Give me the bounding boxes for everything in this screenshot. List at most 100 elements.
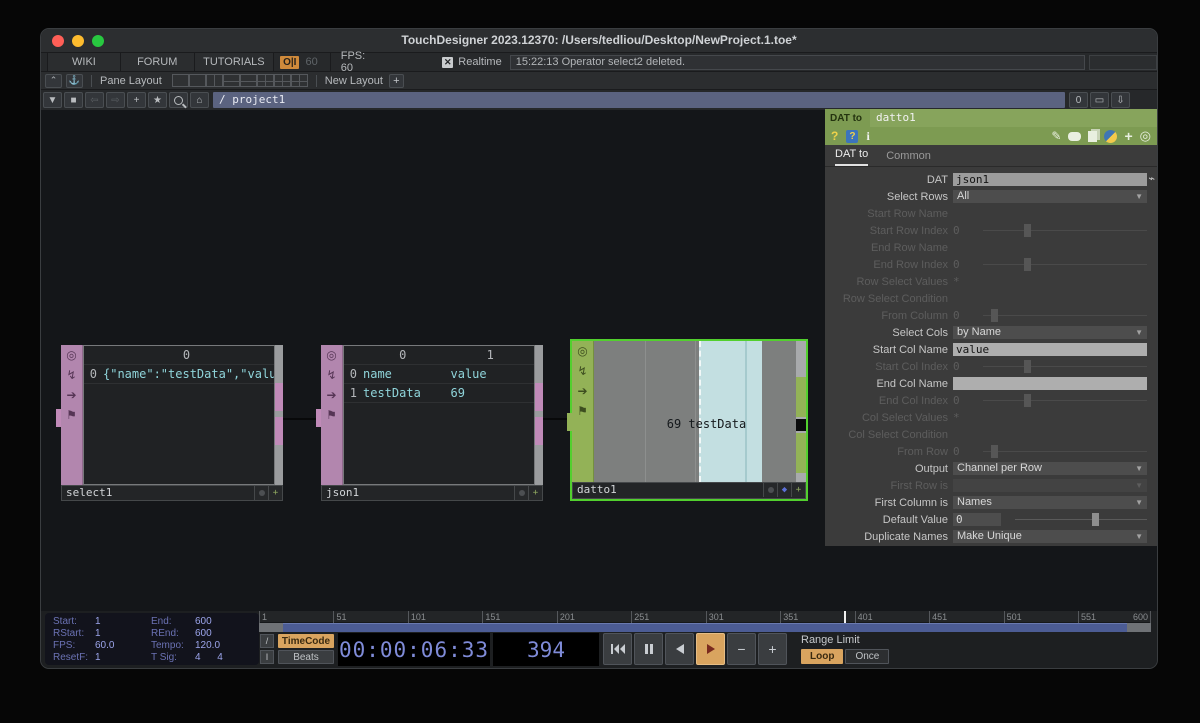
node-picker-icon[interactable]: ⌁ [1148, 172, 1155, 185]
timeline-range-scrollbar[interactable] [259, 623, 1151, 632]
python-mode-icon[interactable] [1104, 130, 1117, 143]
add-icon[interactable]: + [127, 92, 146, 108]
param-field[interactable]: json1 [953, 173, 1147, 186]
node-name[interactable]: datto1 ◆ + [572, 482, 806, 499]
node-viewer[interactable]: 010namevalue1testData69 [343, 345, 535, 485]
node-resize-icon[interactable]: + [791, 483, 805, 497]
input-connector[interactable] [56, 409, 61, 427]
node-export-icon[interactable]: ◆ [777, 483, 791, 497]
loop-button[interactable]: Loop [801, 649, 843, 664]
node-select1[interactable]: ◎ ↯ ➔ ⚑ 00{"name":"testData","value":69}… [61, 345, 283, 501]
forward-icon[interactable]: ⇨ [106, 92, 125, 108]
pane-preset-button[interactable] [172, 74, 189, 87]
pencil-icon[interactable]: ✎ [1051, 130, 1061, 142]
skip-to-start-icon[interactable] [603, 633, 632, 665]
output-connector[interactable] [796, 377, 806, 417]
copy-parameters-icon[interactable] [1088, 131, 1097, 142]
input-connector[interactable] [316, 409, 321, 427]
expand-pane-icon[interactable]: ⌃ [45, 74, 62, 88]
range-fill[interactable] [283, 623, 1127, 632]
tab-dat-to[interactable]: DAT to [835, 148, 868, 166]
dock-down-icon[interactable]: ⇩ [1111, 92, 1130, 108]
node-resize-icon[interactable]: + [268, 486, 282, 500]
operator-name-field[interactable]: datto1 [870, 109, 1157, 127]
pane-preset-button[interactable] [189, 74, 206, 87]
bypass-flag-icon[interactable]: ↯ [66, 369, 76, 382]
frame-display[interactable]: 394 [493, 633, 599, 666]
add-layout-button[interactable]: + [389, 74, 404, 88]
step-back-icon[interactable]: − [727, 633, 756, 665]
node-dot-icon[interactable] [254, 486, 268, 500]
node-name[interactable]: json1 + [321, 485, 543, 501]
param-dropdown[interactable]: by Name▼ [953, 326, 1147, 339]
export-flag-icon[interactable]: ➔ [326, 389, 336, 402]
pane-preset-button[interactable] [240, 74, 257, 87]
playhead-marker[interactable] [844, 611, 846, 623]
export-flag-icon[interactable]: ➔ [577, 385, 587, 398]
pane-preset-button[interactable] [223, 74, 240, 87]
range-left-grip[interactable] [259, 623, 283, 632]
once-button[interactable]: Once [845, 649, 889, 664]
time-slash-button[interactable]: / [260, 634, 274, 648]
lock-flag-icon[interactable]: ⚑ [577, 405, 588, 418]
viewer-flag-icon[interactable]: ◎ [326, 349, 336, 362]
slider-handle[interactable] [1092, 513, 1099, 526]
comment-icon[interactable] [1068, 132, 1081, 141]
node-json1[interactable]: ◎ ↯ ➔ ⚑ 010namevalue1testData69 json1 + [321, 345, 543, 501]
output-connector[interactable] [275, 417, 283, 445]
param-value-field[interactable]: 0 [953, 513, 1001, 526]
node-viewer[interactable]: 00{"name":"testData","value":69} [83, 345, 275, 485]
lock-flag-icon[interactable]: ⚑ [326, 409, 337, 422]
range-right-grip[interactable] [1127, 623, 1151, 632]
input-connector[interactable] [567, 413, 572, 431]
viewer-flag-icon[interactable]: ◎ [577, 345, 587, 358]
stop-icon[interactable]: ■ [64, 92, 83, 108]
node-dot-icon[interactable] [763, 483, 777, 497]
beats-mode-button[interactable]: Beats [278, 650, 334, 664]
oi-badge[interactable]: O|I [280, 56, 299, 69]
lock-flag-icon[interactable]: ⚑ [66, 409, 77, 422]
window-popout-icon[interactable]: ▭ [1090, 92, 1109, 108]
param-field[interactable] [953, 377, 1147, 390]
param-dropdown[interactable]: Names▼ [953, 496, 1147, 509]
param-dropdown[interactable]: All▼ [953, 190, 1147, 203]
play-reverse-icon[interactable] [665, 633, 694, 665]
node-viewer[interactable]: 69 testData [594, 341, 796, 482]
home-icon[interactable]: ⌂ [190, 92, 209, 108]
tab-common[interactable]: Common [886, 150, 931, 166]
timecode-mode-button[interactable]: TimeCode [278, 634, 334, 648]
viewer-flag-icon[interactable]: ◎ [66, 349, 76, 362]
output-connector[interactable] [535, 383, 543, 411]
pane-preset-button[interactable] [206, 74, 223, 87]
pane-preset-button[interactable] [291, 74, 308, 87]
node-resize-icon[interactable]: + [528, 486, 542, 500]
time-one-button[interactable]: I [260, 650, 274, 664]
node-datto1[interactable]: ◎ ↯ ➔ ⚑ 69 testData datto1 ◆ [570, 339, 808, 501]
param-slider[interactable] [1015, 519, 1147, 520]
tutorials-button[interactable]: TUTORIALS [195, 53, 274, 71]
pane-preset-button[interactable] [274, 74, 291, 87]
output-connector[interactable] [535, 417, 543, 445]
search-icon[interactable] [169, 92, 188, 108]
bypass-flag-icon[interactable]: ↯ [326, 369, 336, 382]
add-parameter-icon[interactable]: + [1124, 130, 1132, 142]
timeline-ruler[interactable]: 151101151201251301351401451501551600 [259, 611, 1151, 623]
output-connector[interactable] [796, 433, 806, 473]
pane-menu-icon[interactable]: ▼ [43, 92, 62, 108]
bypass-flag-icon[interactable]: ↯ [577, 365, 587, 378]
forum-button[interactable]: FORUM [121, 53, 195, 71]
node-dot-icon[interactable] [514, 486, 528, 500]
network-path[interactable]: / project1 [213, 92, 1065, 108]
python-help-icon[interactable]: ? [846, 130, 858, 143]
play-forward-icon[interactable] [696, 633, 725, 665]
pane-preset-button[interactable] [257, 74, 274, 87]
param-dropdown[interactable]: Channel per Row▼ [953, 462, 1147, 475]
wiki-button[interactable]: WIKI [47, 53, 121, 71]
node-name[interactable]: select1 + [61, 485, 283, 501]
param-field[interactable]: value [953, 343, 1147, 356]
back-icon[interactable]: ⇦ [85, 92, 104, 108]
realtime-checkbox[interactable]: ✕ [442, 57, 453, 68]
bullseye-icon[interactable]: ◎ [1140, 130, 1151, 142]
export-flag-icon[interactable]: ➔ [66, 389, 76, 402]
step-forward-icon[interactable]: + [758, 633, 787, 665]
